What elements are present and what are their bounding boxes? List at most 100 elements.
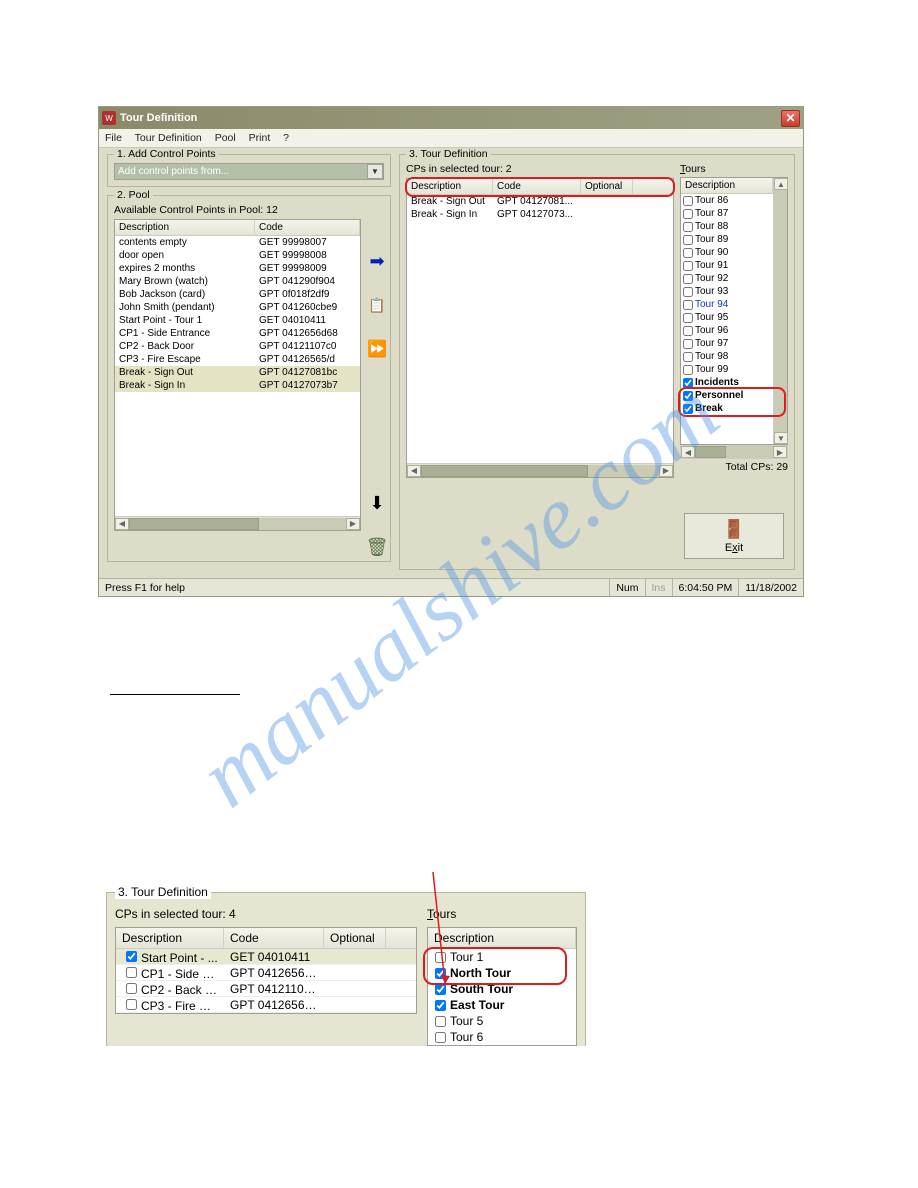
- chevron-down-icon[interactable]: ▼: [367, 164, 383, 179]
- scroll-left-icon[interactable]: ◀: [407, 465, 421, 477]
- lower-row-checkbox[interactable]: [126, 983, 137, 994]
- pool-row[interactable]: Mary Brown (watch)GPT 041290f904: [115, 275, 360, 288]
- menu-file[interactable]: File: [105, 132, 122, 144]
- vscroll-thumb[interactable]: [774, 190, 787, 432]
- tour-row[interactable]: Tour 90: [681, 246, 773, 259]
- scroll-left-icon[interactable]: ◀: [681, 446, 695, 458]
- pool-row[interactable]: John Smith (pendant)GPT 041260cbe9: [115, 301, 360, 314]
- pool-row[interactable]: CP2 - Back DoorGPT 04121107c0: [115, 340, 360, 353]
- scroll-track[interactable]: [129, 518, 346, 530]
- cps-row[interactable]: Break - Sign OutGPT 04127081...: [407, 195, 673, 208]
- tour-checkbox[interactable]: [683, 313, 693, 323]
- titlebar[interactable]: W Tour Definition ✕: [99, 107, 803, 129]
- lower-tour-row[interactable]: Tour 5: [428, 1013, 576, 1029]
- tour-checkbox[interactable]: [683, 326, 693, 336]
- tour-row[interactable]: Tour 86: [681, 194, 773, 207]
- lower-tour-row[interactable]: East Tour: [428, 997, 576, 1013]
- tour-row[interactable]: Tour 89: [681, 233, 773, 246]
- cps-row[interactable]: Break - Sign InGPT 04127073...: [407, 208, 673, 221]
- tour-checkbox[interactable]: [683, 391, 693, 401]
- pool-row[interactable]: Break - Sign OutGPT 04127081bc: [115, 366, 360, 379]
- tours-header-description[interactable]: Description: [681, 178, 773, 193]
- cps-hscroll[interactable]: ◀ ▶: [407, 463, 673, 477]
- menu-tour-definition[interactable]: Tour Definition: [135, 132, 202, 144]
- lower-tour-row[interactable]: North Tour: [428, 965, 576, 981]
- tour-row[interactable]: Tour 91: [681, 259, 773, 272]
- lower-tours-header[interactable]: Description: [428, 928, 576, 948]
- exit-button[interactable]: 🚪 Exit Exit: [684, 513, 784, 559]
- tour-checkbox[interactable]: [683, 300, 693, 310]
- scroll-right-icon[interactable]: ▶: [346, 518, 360, 530]
- pool-row[interactable]: contents emptyGET 99998007: [115, 236, 360, 249]
- tour-row[interactable]: Break: [681, 402, 773, 415]
- tour-row[interactable]: Tour 92: [681, 272, 773, 285]
- scroll-down-icon[interactable]: ▼: [774, 432, 788, 444]
- tour-row[interactable]: Tour 98: [681, 350, 773, 363]
- copy-button[interactable]: 📋: [365, 293, 389, 317]
- pool-table[interactable]: Description Code contents emptyGET 99998…: [114, 219, 361, 531]
- pool-header-code[interactable]: Code: [255, 220, 360, 235]
- lower-tour-checkbox[interactable]: [435, 1016, 446, 1027]
- tour-row[interactable]: Tour 96: [681, 324, 773, 337]
- scroll-track[interactable]: [421, 465, 659, 477]
- pool-row[interactable]: expires 2 monthsGET 99998009: [115, 262, 360, 275]
- lower-tour-row[interactable]: South Tour: [428, 981, 576, 997]
- lower-cps-table[interactable]: Description Code Optional Start Point - …: [115, 927, 417, 1014]
- tours-vscroll[interactable]: ▲ ▼: [773, 178, 787, 444]
- lower-row-checkbox[interactable]: [126, 999, 137, 1010]
- scroll-up-icon[interactable]: ▲: [774, 178, 788, 190]
- tour-checkbox[interactable]: [683, 261, 693, 271]
- tour-row[interactable]: Tour 99: [681, 363, 773, 376]
- lower-row-checkbox[interactable]: [126, 967, 137, 978]
- tour-checkbox[interactable]: [683, 352, 693, 362]
- lower-cps-row[interactable]: CP3 - Fire Es...GPT 04126565...: [116, 997, 416, 1013]
- pool-hscroll[interactable]: ◀ ▶: [115, 516, 360, 530]
- tour-checkbox[interactable]: [683, 378, 693, 388]
- cps-header-code[interactable]: Code: [493, 179, 581, 194]
- lower-cps-row[interactable]: CP2 - Back D...GPT 04121107...: [116, 981, 416, 997]
- scroll-thumb[interactable]: [129, 518, 259, 530]
- lower-tour-row[interactable]: Tour 6: [428, 1029, 576, 1045]
- lower-cps-row[interactable]: Start Point - ...GET 04010411: [116, 949, 416, 965]
- cps-header-optional[interactable]: Optional: [581, 179, 633, 194]
- scroll-thumb[interactable]: [421, 465, 588, 477]
- tour-row[interactable]: Tour 97: [681, 337, 773, 350]
- tour-checkbox[interactable]: [683, 248, 693, 258]
- tour-checkbox[interactable]: [683, 222, 693, 232]
- tours-hscroll[interactable]: ◀ ▶: [680, 445, 788, 459]
- lower-tours-table[interactable]: Description Tour 1North TourSouth TourEa…: [427, 927, 577, 1046]
- tours-table[interactable]: Description Tour 86Tour 87Tour 88Tour 89…: [680, 177, 788, 445]
- lower-tour-checkbox[interactable]: [435, 952, 446, 963]
- pool-row[interactable]: CP3 - Fire EscapeGPT 04126565/d: [115, 353, 360, 366]
- lower-header-code[interactable]: Code: [224, 928, 324, 948]
- menu-help[interactable]: ?: [283, 132, 289, 144]
- tour-checkbox[interactable]: [683, 404, 693, 414]
- lower-tour-checkbox[interactable]: [435, 1000, 446, 1011]
- close-button[interactable]: ✕: [781, 110, 800, 127]
- pool-header-description[interactable]: Description: [115, 220, 255, 235]
- scroll-right-icon[interactable]: ▶: [659, 465, 673, 477]
- tour-row[interactable]: Tour 95: [681, 311, 773, 324]
- scroll-thumb[interactable]: [695, 446, 726, 458]
- tour-checkbox[interactable]: [683, 339, 693, 349]
- lower-tour-checkbox[interactable]: [435, 968, 446, 979]
- lower-header-description[interactable]: Description: [116, 928, 224, 948]
- tour-row[interactable]: Tour 87: [681, 207, 773, 220]
- lower-row-checkbox[interactable]: [126, 951, 137, 962]
- lower-tour-checkbox[interactable]: [435, 1032, 446, 1043]
- pool-row[interactable]: Bob Jackson (card)GPT 0f018f2df9: [115, 288, 360, 301]
- tour-row[interactable]: Tour 93: [681, 285, 773, 298]
- menu-print[interactable]: Print: [249, 132, 271, 144]
- move-right-button[interactable]: ➡: [365, 249, 389, 273]
- tour-row[interactable]: Incidents: [681, 376, 773, 389]
- cps-table[interactable]: Description Code Optional Break - Sign O…: [406, 178, 674, 478]
- lower-tour-checkbox[interactable]: [435, 984, 446, 995]
- pool-row[interactable]: CP1 - Side EntranceGPT 0412656d68: [115, 327, 360, 340]
- scroll-left-icon[interactable]: ◀: [115, 518, 129, 530]
- move-down-button[interactable]: ⬇: [365, 491, 389, 515]
- tour-checkbox[interactable]: [683, 287, 693, 297]
- tour-checkbox[interactable]: [683, 365, 693, 375]
- tour-checkbox[interactable]: [683, 209, 693, 219]
- cps-header-description[interactable]: Description: [407, 179, 493, 194]
- move-all-right-button[interactable]: ⏩: [365, 337, 389, 361]
